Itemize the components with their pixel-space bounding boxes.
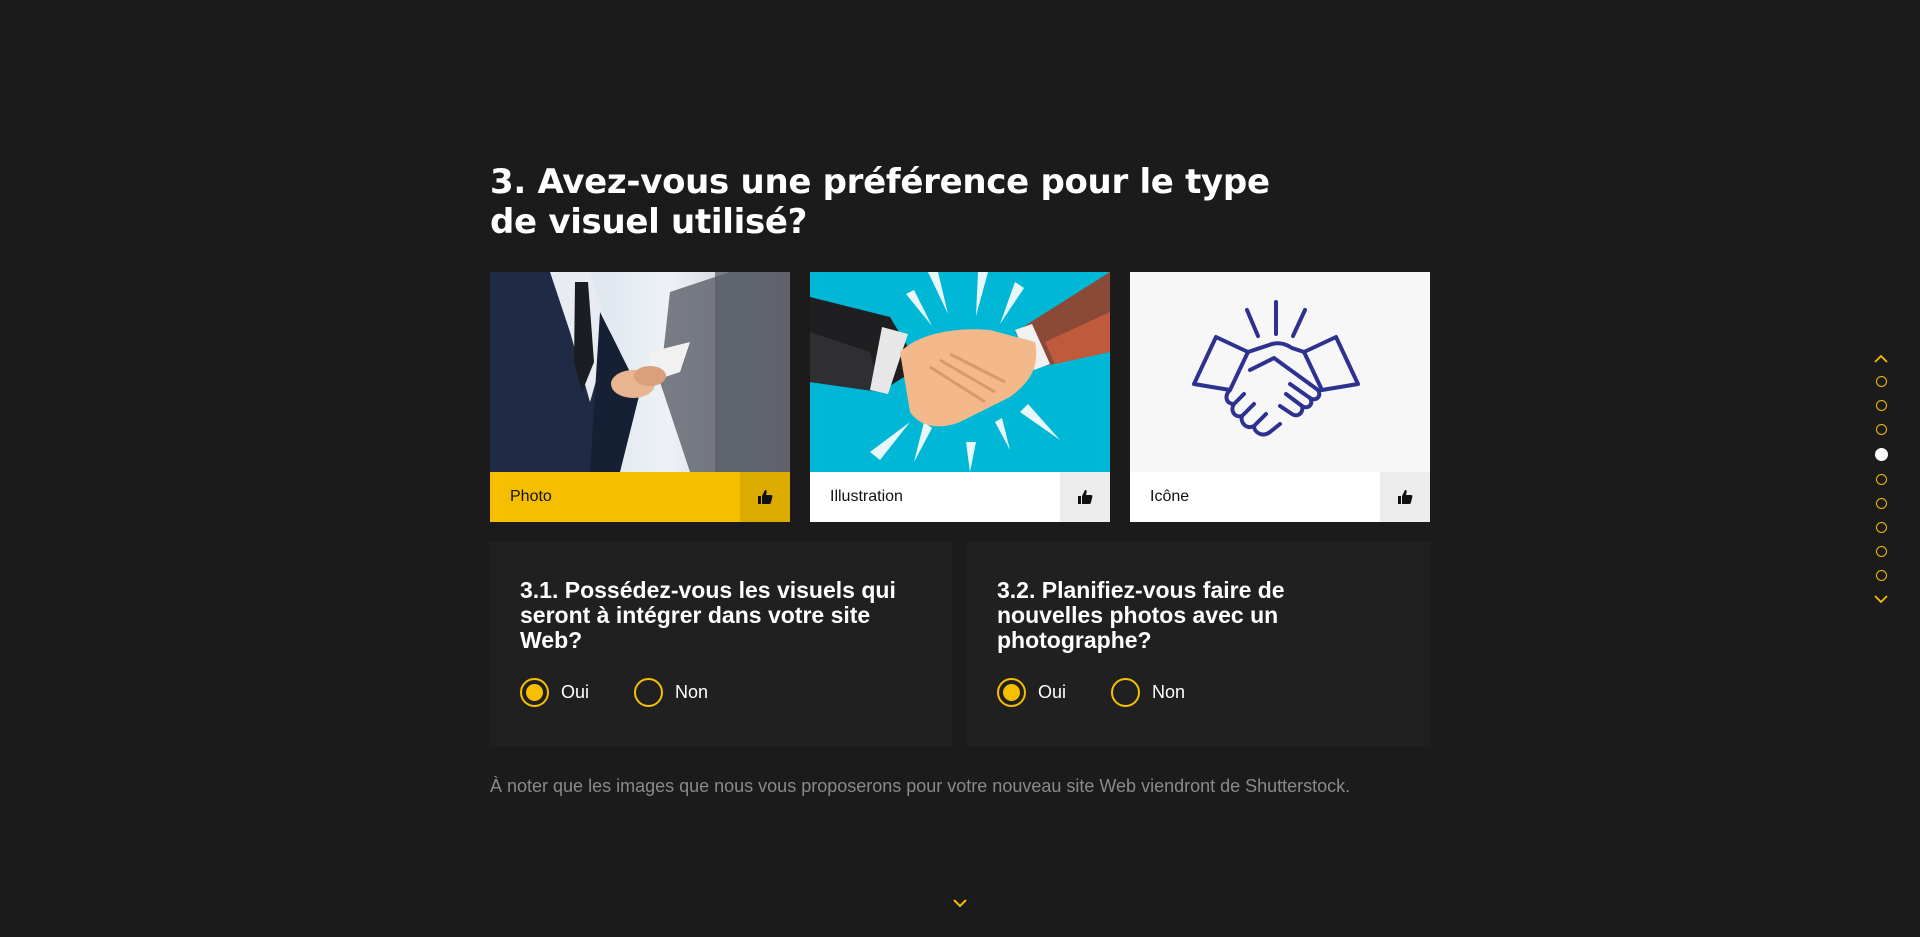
- radio-button[interactable]: [634, 678, 664, 707]
- section-pagination: [1870, 354, 1892, 608]
- chevron-down-icon[interactable]: [1870, 594, 1892, 608]
- thumbs-up-icon[interactable]: [1060, 472, 1110, 522]
- photo-handshake-image: [490, 272, 790, 472]
- pagination-dot[interactable]: [1875, 376, 1887, 387]
- subquestion-panel-3-1: 3.1. Possédez-vous les visuels qui seron…: [490, 542, 952, 747]
- chevron-up-icon[interactable]: [1870, 354, 1892, 368]
- pagination-dot[interactable]: [1875, 570, 1887, 581]
- option-card-icon[interactable]: Icône: [1130, 272, 1430, 522]
- option-label: Illustration: [830, 488, 903, 505]
- option-label: Photo: [510, 488, 552, 505]
- radio-non[interactable]: Non: [1111, 678, 1185, 707]
- shutterstock-note: À noter que les images que nous vous pro…: [490, 776, 1351, 796]
- radio-checked-dot: [1003, 684, 1020, 701]
- option-card-photo[interactable]: Photo: [490, 272, 790, 522]
- radio-oui[interactable]: Oui: [997, 678, 1066, 707]
- subquestion-panel-3-2: 3.2. Planifiez-vous faire de nouvelles p…: [967, 542, 1430, 747]
- subquestion-title: 3.1. Possédez-vous les visuels qui seron…: [520, 577, 896, 653]
- radio-oui[interactable]: Oui: [520, 678, 589, 707]
- thumbs-up-icon[interactable]: [1380, 472, 1430, 522]
- radio-label: Non: [1152, 682, 1186, 702]
- radio-label: Oui: [561, 682, 590, 702]
- thumbs-up-icon[interactable]: [740, 472, 790, 522]
- pagination-dot[interactable]: [1875, 424, 1887, 435]
- pagination-dot[interactable]: [1875, 498, 1887, 509]
- survey-page: 3. Avez-vous une préférence pour le type…: [0, 0, 1920, 937]
- illustration-handshake-image: [810, 272, 1110, 472]
- radio-button[interactable]: [520, 678, 549, 707]
- page-title: 3. Avez-vous une préférence pour le type…: [490, 162, 1270, 242]
- pagination-dot[interactable]: [1875, 522, 1887, 533]
- chevron-down-icon[interactable]: [951, 896, 969, 910]
- subquestion-title: 3.2. Planifiez-vous faire de nouvelles p…: [997, 577, 1285, 653]
- pagination-dot[interactable]: [1875, 400, 1887, 411]
- pagination-dot-active[interactable]: [1874, 448, 1888, 461]
- pagination-dot[interactable]: [1875, 546, 1887, 557]
- radio-label: Oui: [1038, 682, 1067, 702]
- handshake-icon: [1130, 272, 1430, 472]
- visual-type-options: Photo Illustration Icône: [490, 272, 1431, 522]
- option-label: Icône: [1150, 488, 1190, 505]
- radio-button[interactable]: [997, 678, 1026, 707]
- radio-group: Oui Non: [997, 678, 1185, 707]
- pagination-dot[interactable]: [1875, 474, 1887, 485]
- radio-non[interactable]: Non: [634, 678, 708, 707]
- radio-checked-dot: [526, 684, 543, 701]
- option-card-illustration[interactable]: Illustration: [810, 272, 1110, 522]
- radio-button[interactable]: [1111, 678, 1141, 707]
- radio-label: Non: [675, 682, 709, 702]
- radio-group: Oui Non: [520, 678, 708, 707]
